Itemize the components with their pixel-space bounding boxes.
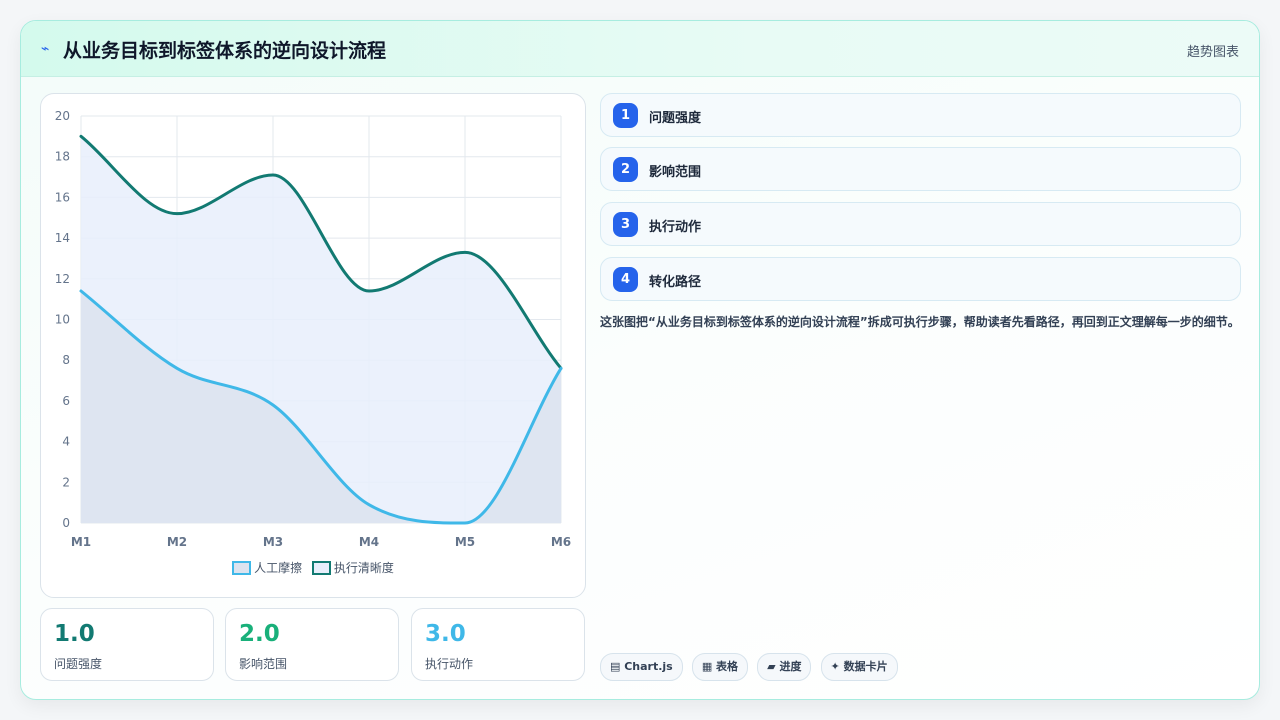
tech-chips: ▤ Chart.js ▦ 表格 ▰ 进度 ✦ 数据卡片: [600, 653, 902, 681]
x-tick-label: M6: [551, 535, 571, 549]
stat-label: 执行动作: [425, 657, 474, 671]
legend-label: 执行清晰度: [333, 561, 394, 575]
x-tick-label: M3: [263, 535, 283, 549]
stat-value: 1.0: [54, 621, 95, 647]
page-title: 从业务目标到标签体系的逆向设计流程: [63, 40, 387, 62]
stat-label: 影响范围: [239, 657, 288, 671]
x-tick-label: M1: [71, 535, 91, 549]
area-chart: 0 2 4 6 8 10 12 14 16 18 20 M1 M2 M3 M4 M5 M6: [55, 109, 571, 549]
chip-table[interactable]: ▦ 表格: [691, 653, 749, 681]
step-label: 问题强度: [649, 111, 702, 126]
y-tick-label: 16: [55, 190, 70, 204]
legend-swatch: [311, 561, 331, 575]
chart-legend: 人工摩擦 执行清晰度: [41, 559, 585, 576]
step-item[interactable]: 3 执行动作: [600, 202, 1241, 246]
y-tick-label: 10: [55, 313, 70, 327]
y-tick-label: 0: [62, 516, 70, 530]
step-item[interactable]: 2 影响范围: [600, 147, 1241, 191]
stat-label: 问题强度: [54, 657, 103, 671]
step-number-badge: 2: [613, 157, 638, 182]
y-tick-label: 12: [55, 272, 70, 286]
x-tick-label: M5: [455, 535, 475, 549]
y-tick-label: 4: [62, 435, 70, 449]
x-tick-label: M2: [167, 535, 187, 549]
y-tick-label: 8: [62, 353, 70, 367]
legend-label: 人工摩擦: [254, 561, 303, 575]
step-number-badge: 3: [613, 212, 638, 237]
trend-bolt-icon: ⌁: [41, 41, 50, 57]
y-tick-label: 2: [62, 475, 70, 489]
main-card: ⌁ 从业务目标到标签体系的逆向设计流程 趋势图表 0 2 4 6 8 10 12 14 16 18…: [20, 20, 1260, 700]
chip-data-card[interactable]: ✦ 数据卡片: [820, 653, 898, 681]
step-item[interactable]: 4 转化路径: [600, 257, 1241, 301]
chart-panel: 0 2 4 6 8 10 12 14 16 18 20 M1 M2 M3 M4 M5 M6 人工摩擦 执行清晰度: [40, 93, 586, 598]
y-tick-label: 14: [55, 231, 70, 245]
card-header: ⌁ 从业务目标到标签体系的逆向设计流程 趋势图表: [21, 21, 1259, 77]
stat-value: 2.0: [239, 621, 280, 647]
y-tick-label: 18: [55, 150, 70, 164]
y-tick-label: 6: [62, 394, 70, 408]
stat-value: 3.0: [425, 621, 466, 647]
chip-chartjs[interactable]: ▤ Chart.js: [600, 653, 683, 681]
stat-card: 2.0 影响范围: [225, 608, 399, 681]
stat-card: 3.0 执行动作: [411, 608, 585, 681]
x-tick-label: M4: [359, 535, 379, 549]
step-number-badge: 1: [613, 103, 638, 128]
chip-progress[interactable]: ▰ 进度: [757, 653, 812, 681]
legend-swatch: [232, 561, 252, 575]
step-label: 影响范围: [649, 165, 702, 180]
step-number-badge: 4: [613, 267, 638, 292]
step-item[interactable]: 1 问题强度: [600, 93, 1241, 137]
chart-type-tag: 趋势图表: [1186, 45, 1239, 60]
stat-card: 1.0 问题强度: [40, 608, 214, 681]
legend-item-series-1[interactable]: 人工摩擦: [232, 559, 302, 576]
legend-item-series-2[interactable]: 执行清晰度: [311, 559, 394, 576]
step-label: 转化路径: [649, 275, 702, 290]
y-tick-label: 20: [55, 109, 70, 123]
description-text: 这张图把“从业务目标到标签体系的逆向设计流程”拆成可执行步骤，帮助读者先看路径，…: [600, 315, 1240, 329]
step-label: 执行动作: [649, 220, 702, 235]
